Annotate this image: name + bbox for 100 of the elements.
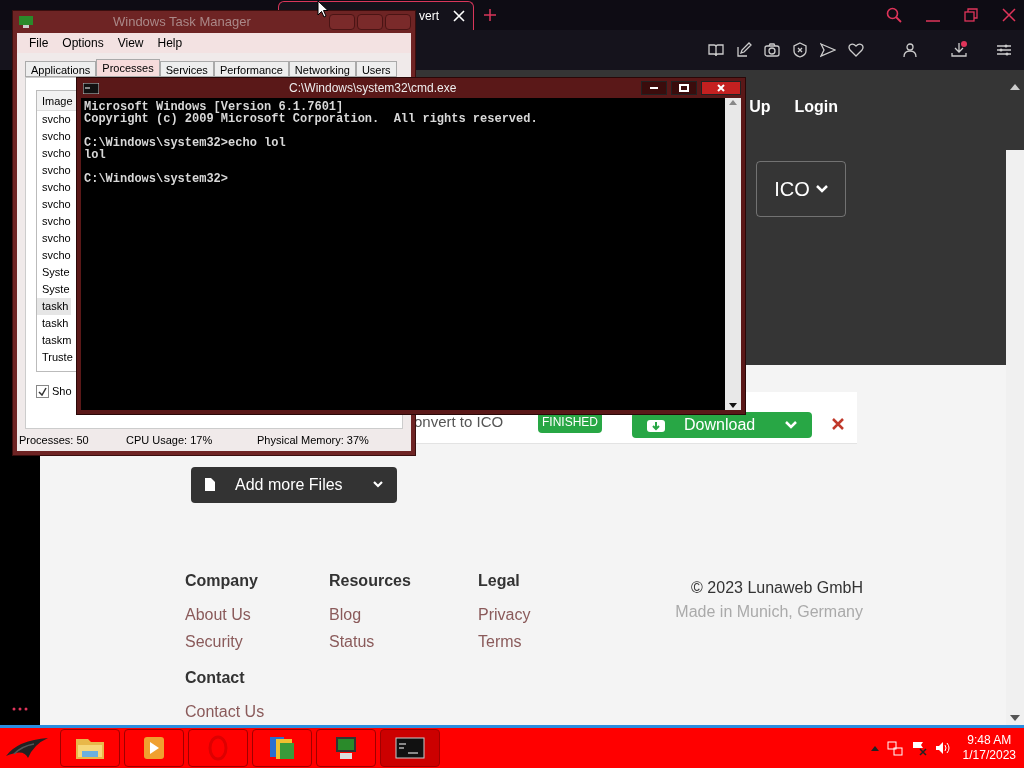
- menu-item[interactable]: View: [117, 34, 144, 52]
- footer-link[interactable]: Status: [329, 628, 478, 655]
- process-row[interactable]: svcho: [37, 128, 71, 145]
- process-row[interactable]: svcho: [37, 162, 71, 179]
- footer-link[interactable]: Security: [185, 628, 329, 655]
- close-button[interactable]: [701, 81, 741, 95]
- plus-icon: [484, 9, 496, 21]
- process-row[interactable]: Syste: [37, 281, 71, 298]
- format-dropdown[interactable]: ICO: [756, 161, 846, 217]
- taskbar-button[interactable]: [252, 729, 312, 767]
- book-icon: [708, 42, 724, 58]
- maximize-icon: [679, 84, 689, 92]
- download-icon: [647, 417, 665, 432]
- restore-icon: [964, 8, 978, 22]
- scroll-up-icon: [1010, 84, 1020, 90]
- process-row[interactable]: svcho: [37, 111, 71, 128]
- speaker-icon: [934, 740, 951, 756]
- checkbox-label: Sho: [52, 384, 72, 399]
- footer-link[interactable]: Blog: [329, 601, 478, 628]
- menu-item[interactable]: File: [29, 34, 49, 52]
- clock-date: 1/17/2023: [962, 748, 1016, 763]
- start-logo-icon: [4, 736, 50, 760]
- close-icon: [832, 417, 844, 430]
- tab[interactable]: Applications: [25, 61, 97, 77]
- scroll-up-icon: [729, 100, 737, 105]
- search-icon: [886, 7, 902, 23]
- minimize-icon: [650, 87, 658, 89]
- footer-link[interactable]: About Us: [185, 601, 329, 628]
- tab[interactable]: Users: [355, 61, 397, 77]
- status-text: Processes: 50: [19, 432, 90, 448]
- close-icon: [453, 10, 465, 22]
- menu-item[interactable]: Options: [62, 34, 104, 52]
- taskbar-button[interactable]: [60, 729, 120, 767]
- console-line: Microsoft Windows [Version 6.1.7601]: [84, 101, 344, 113]
- person-icon: [902, 42, 918, 58]
- status-text: CPU Usage: 17%: [126, 432, 214, 448]
- location-text: Made in Munich, Germany: [675, 602, 863, 622]
- tab[interactable]: Processes: [96, 59, 160, 77]
- clock-time: 9:48 AM: [967, 733, 1012, 748]
- edit-icon: [736, 42, 752, 58]
- footer-heading: Company: [185, 571, 259, 591]
- menu-item[interactable]: Help: [157, 34, 183, 52]
- check-icon: [38, 386, 47, 396]
- shield-icon: [792, 42, 808, 58]
- chevron-down-icon: [373, 481, 383, 489]
- heart-icon: [848, 42, 864, 58]
- close-icon: [717, 84, 725, 92]
- nav-link[interactable]: Up: [749, 95, 771, 119]
- process-row[interactable]: taskm: [37, 332, 71, 349]
- minimize-icon: [926, 20, 940, 22]
- add-files-button[interactable]: Add more Files: [191, 466, 397, 503]
- taskbar-button[interactable]: [124, 729, 184, 767]
- console-line: C:\Windows\system32>echo lol: [84, 137, 286, 149]
- taskbar-button[interactable]: [316, 729, 376, 767]
- footer-heading: Legal: [478, 571, 521, 591]
- flag-icon: [910, 740, 927, 756]
- process-row[interactable]: taskh: [37, 298, 71, 315]
- close-icon: [1002, 8, 1016, 22]
- camera-icon: [764, 42, 780, 58]
- checkbox[interactable]: [36, 384, 49, 398]
- nav-link[interactable]: Login: [794, 95, 838, 119]
- scroll-down-icon: [1010, 715, 1020, 721]
- chevron-down-icon: [785, 420, 797, 429]
- process-row[interactable]: svcho: [37, 230, 71, 247]
- more-icon: [12, 707, 28, 711]
- network-icon: [886, 740, 903, 756]
- maximize-button[interactable]: [671, 81, 697, 95]
- status-text: Physical Memory: 37%: [257, 432, 369, 448]
- taskbar-button[interactable]: [380, 729, 440, 767]
- tab[interactable]: Networking: [288, 61, 356, 77]
- console-line: lol: [84, 149, 106, 161]
- mouse-cursor-icon: [317, 0, 329, 18]
- footer-link[interactable]: Terms: [478, 628, 598, 655]
- minimize-button[interactable]: [641, 81, 667, 95]
- process-row[interactable]: svcho: [37, 247, 71, 264]
- window-title: Windows Task Manager: [113, 13, 251, 32]
- footer-heading: Contact: [185, 668, 246, 688]
- console-line: Copyright (c) 2009 Microsoft Corporation. All rights reserved.: [84, 113, 538, 125]
- process-row[interactable]: svcho: [37, 145, 71, 162]
- footer-link[interactable]: Privacy: [478, 601, 598, 628]
- process-row[interactable]: taskh: [37, 315, 71, 332]
- caret-up-icon: [870, 745, 879, 751]
- process-row[interactable]: svcho: [37, 179, 71, 196]
- tab-title: vert: [419, 8, 439, 25]
- chevron-down-icon: [815, 185, 828, 193]
- settings-icon: [996, 42, 1012, 58]
- process-row[interactable]: svcho: [37, 196, 71, 213]
- tab[interactable]: Performance: [213, 61, 289, 77]
- process-row[interactable]: Syste: [37, 264, 71, 281]
- copyright-text: © 2023 Lunaweb GmbH: [691, 578, 863, 598]
- file-name: onvert to ICO: [414, 412, 505, 433]
- process-row[interactable]: svcho: [37, 213, 71, 230]
- tab[interactable]: Services: [159, 61, 214, 77]
- process-row[interactable]: Truste: [37, 349, 71, 366]
- footer-link[interactable]: Contact Us: [185, 698, 1006, 725]
- footer-heading: Resources: [329, 571, 412, 591]
- monitor-icon: [19, 16, 33, 28]
- terminal-icon: [83, 82, 99, 94]
- file-icon: [205, 478, 215, 492]
- download-icon[interactable]: [950, 41, 968, 59]
